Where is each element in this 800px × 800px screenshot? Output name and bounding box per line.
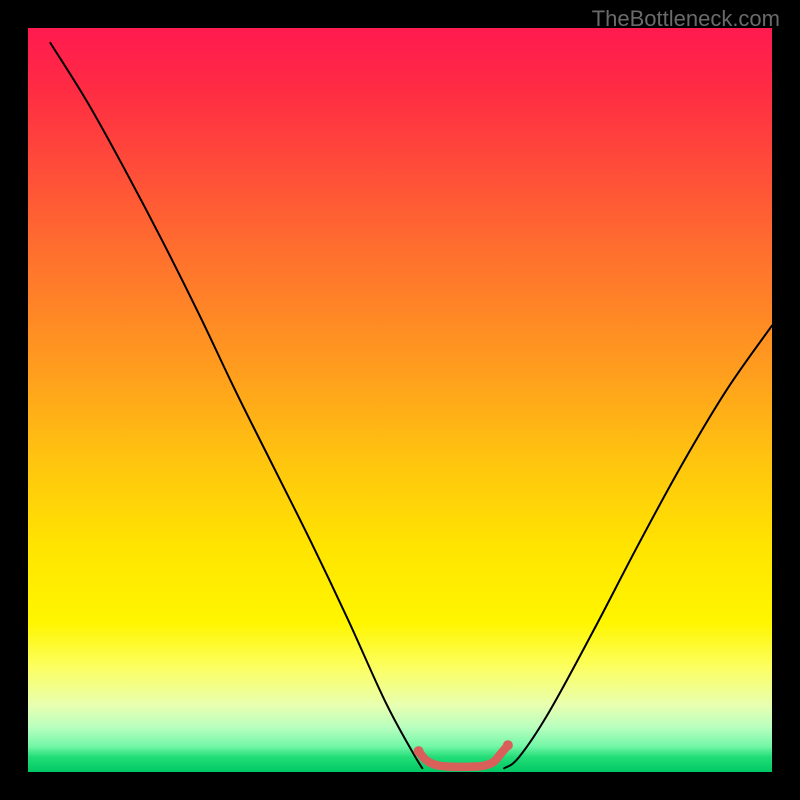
chart-plateau-dot-left: [414, 746, 424, 756]
chart-curve-right: [504, 326, 772, 769]
chart-plateau-marker: [419, 745, 508, 767]
chart-curve-left: [50, 43, 422, 768]
chart-plateau-dot-right: [503, 740, 513, 750]
chart-lines-layer: [28, 28, 772, 772]
bottleneck-chart: [28, 28, 772, 772]
